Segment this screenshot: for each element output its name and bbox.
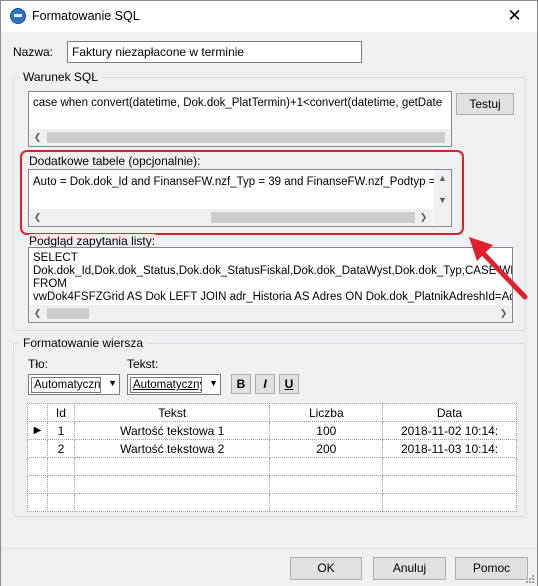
- footer-bar: OK Anuluj Pomoc: [1, 548, 537, 586]
- sql-condition-hscrollbar[interactable]: ❮: [29, 129, 451, 146]
- app-database-icon: [10, 8, 26, 24]
- query-preview-label: Podgląd zapytania listy:: [29, 234, 156, 248]
- scroll-thumb[interactable]: [47, 308, 89, 319]
- cell-date[interactable]: 2018-11-02 10:14:: [382, 421, 517, 440]
- column-header: Data: [382, 403, 517, 422]
- cell-id[interactable]: 1: [46, 421, 75, 440]
- chevron-down-icon: ▼: [209, 378, 218, 388]
- row-indicator-icon: ▶: [27, 421, 48, 440]
- row-indicator: [27, 439, 48, 458]
- column-header: Id: [46, 403, 75, 422]
- cell-text[interactable]: Wartość tekstowa 2: [73, 439, 271, 458]
- background-label: Tło:: [28, 357, 49, 371]
- query-line: FROM: [33, 278, 67, 290]
- resize-grip-icon[interactable]: [525, 574, 535, 584]
- scroll-left-icon[interactable]: ❮: [29, 305, 46, 322]
- text-color-value: Automatyczny: [130, 377, 202, 393]
- cancel-button[interactable]: Anuluj: [373, 557, 446, 580]
- table-row[interactable]: 2 Wartość tekstowa 2 200 2018-11-03 10:1…: [27, 439, 517, 458]
- close-icon[interactable]: ✕: [492, 1, 537, 31]
- background-color-select[interactable]: Automatyczny ▼: [28, 374, 120, 395]
- ok-button[interactable]: OK: [290, 557, 362, 580]
- background-color-value: Automatyczny: [31, 377, 101, 393]
- cell-date[interactable]: 2018-11-03 10:14:: [382, 439, 517, 458]
- window-title: Formatowanie SQL: [32, 9, 140, 23]
- bold-button[interactable]: B: [231, 374, 251, 394]
- table-row[interactable]: ▶ 1 Wartość tekstowa 1 100 2018-11-02 10…: [27, 421, 517, 440]
- scroll-left-icon[interactable]: ❮: [29, 129, 46, 146]
- query-preview-hscrollbar[interactable]: ❮ ❯: [29, 305, 512, 322]
- query-line: SELECT: [33, 252, 78, 264]
- italic-button[interactable]: I: [255, 374, 275, 394]
- sql-condition-text: case when convert(datetime, Dok.dok_Plat…: [33, 97, 443, 109]
- row-formatting-group-title: Formatowanie wiersza: [20, 336, 147, 350]
- sql-condition-group-title: Warunek SQL: [20, 70, 101, 84]
- scroll-right-icon[interactable]: ❯: [495, 305, 512, 322]
- cell-text[interactable]: Wartość tekstowa 1: [73, 421, 271, 440]
- text-color-label: Tekst:: [127, 357, 159, 371]
- table-row-empty[interactable]: [27, 457, 517, 476]
- cell-number[interactable]: 200: [269, 439, 384, 458]
- column-header: [27, 403, 48, 422]
- table-header-row: Id Tekst Liczba Data: [27, 403, 517, 422]
- highlight-box: [20, 150, 464, 235]
- query-line: vwDok4FSFZGrid AS Dok LEFT JOIN adr_Hist…: [33, 291, 513, 303]
- query-preview-memo[interactable]: SELECT Dok.dok_Id,Dok.dok_Status,Dok.dok…: [28, 247, 513, 323]
- help-button[interactable]: Pomoc: [455, 557, 528, 580]
- query-line: Dok.dok_Id,Dok.dok_Status,Dok.dok_Status…: [33, 265, 513, 277]
- title-bar: Formatowanie SQL ✕: [1, 1, 537, 32]
- cell-id[interactable]: 2: [46, 439, 75, 458]
- text-color-select[interactable]: Automatyczny ▼: [127, 374, 221, 395]
- column-header: Liczba: [269, 403, 384, 422]
- table-row-empty[interactable]: [27, 493, 517, 512]
- underline-button[interactable]: U: [279, 374, 299, 394]
- chevron-down-icon: ▼: [108, 378, 117, 388]
- cell-number[interactable]: 100: [269, 421, 384, 440]
- name-label: Nazwa:: [13, 45, 54, 59]
- table-row-empty[interactable]: [27, 475, 517, 494]
- sql-condition-memo[interactable]: case when convert(datetime, Dok.dok_Plat…: [28, 91, 452, 147]
- scroll-thumb[interactable]: [47, 132, 445, 143]
- name-input[interactable]: Faktury niezapłacone w terminie: [67, 41, 362, 63]
- preview-table[interactable]: Id Tekst Liczba Data ▶ 1 Wartość tekstow…: [27, 403, 517, 512]
- column-header: Tekst: [73, 403, 271, 422]
- pointer-arrow: [469, 237, 528, 300]
- test-button[interactable]: Testuj: [456, 93, 514, 115]
- sql-formatting-dialog: Formatowanie SQL ✕ Nazwa: Faktury niezap…: [0, 0, 538, 586]
